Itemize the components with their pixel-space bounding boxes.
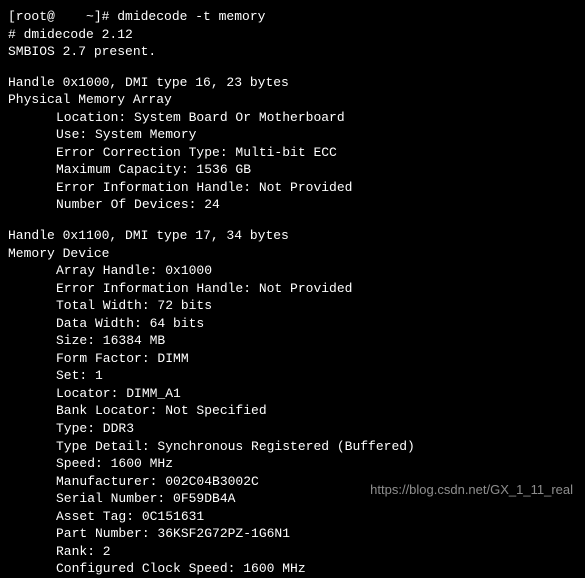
memory-device-field: Rank: 2 (8, 543, 577, 561)
section1-title: Physical Memory Array (8, 91, 577, 109)
prompt-line: [root@ ~]# dmidecode -t memory (8, 8, 577, 26)
version-line: # dmidecode 2.12 (8, 26, 577, 44)
memory-device-field: Configured Clock Speed: 1600 MHz (8, 560, 577, 578)
section2-title: Memory Device (8, 245, 577, 263)
memory-device-field: Set: 1 (8, 367, 577, 385)
memory-device-field: Type Detail: Synchronous Registered (Buf… (8, 438, 577, 456)
smbios-line: SMBIOS 2.7 present. (8, 43, 577, 61)
physical-memory-array-field: Number Of Devices: 24 (8, 196, 577, 214)
memory-device-field: Type: DDR3 (8, 420, 577, 438)
memory-device-field: Error Information Handle: Not Provided (8, 280, 577, 298)
memory-device-field: Form Factor: DIMM (8, 350, 577, 368)
watermark-text: https://blog.csdn.net/GX_1_11_real (370, 481, 573, 499)
blank-line (8, 61, 577, 74)
physical-memory-array-field: Error Correction Type: Multi-bit ECC (8, 144, 577, 162)
memory-device-field: Total Width: 72 bits (8, 297, 577, 315)
memory-device-field: Data Width: 64 bits (8, 315, 577, 333)
memory-device-field: Locator: DIMM_A1 (8, 385, 577, 403)
memory-device-field: Bank Locator: Not Specified (8, 402, 577, 420)
physical-memory-array-field: Maximum Capacity: 1536 GB (8, 161, 577, 179)
physical-memory-array-field: Use: System Memory (8, 126, 577, 144)
memory-device-field: Part Number: 36KSF2G72PZ-1G6N1 (8, 525, 577, 543)
memory-device-field: Speed: 1600 MHz (8, 455, 577, 473)
memory-device-field: Size: 16384 MB (8, 332, 577, 350)
handle-line-1: Handle 0x1000, DMI type 16, 23 bytes (8, 74, 577, 92)
memory-device-field: Asset Tag: 0C151631 (8, 508, 577, 526)
memory-device-field: Array Handle: 0x1000 (8, 262, 577, 280)
blank-line (8, 214, 577, 227)
physical-memory-array-field: Error Information Handle: Not Provided (8, 179, 577, 197)
physical-memory-array-field: Location: System Board Or Motherboard (8, 109, 577, 127)
handle-line-2: Handle 0x1100, DMI type 17, 34 bytes (8, 227, 577, 245)
